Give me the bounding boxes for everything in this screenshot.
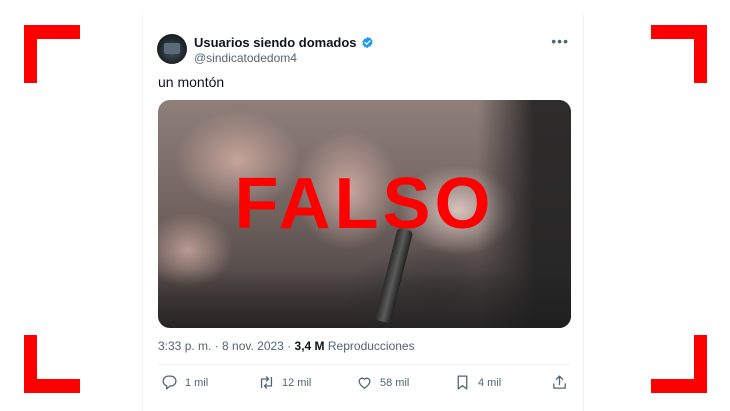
more-options-icon[interactable]: ••• [551, 33, 569, 49]
tweet-card: Usuarios siendo domados @sindicatodedom4… [142, 14, 584, 411]
falso-overlay-label: FALSO [234, 164, 495, 244]
author-handle[interactable]: @sindicatodedom4 [194, 51, 297, 65]
views-count: 3,4 M [294, 339, 325, 353]
views-label: Reproducciones [324, 339, 415, 353]
like-count: 58 mil [380, 376, 410, 389]
bookmark-button[interactable]: 4 mil [454, 374, 501, 391]
heart-icon [358, 377, 371, 389]
divider [158, 364, 570, 365]
reply-button[interactable]: 1 mil [161, 374, 208, 391]
tweet-media-video[interactable]: FALSO [158, 100, 571, 328]
tweet-text: un montón [158, 74, 225, 90]
corner-bracket-bottom-left [24, 335, 80, 393]
like-button[interactable]: 58 mil [356, 374, 409, 391]
share-icon [553, 375, 566, 389]
avatar[interactable] [157, 34, 187, 64]
verified-badge-icon [361, 36, 373, 49]
tweet-time-date[interactable]: 3:33 p. m. · 8 nov. 2023 · [158, 339, 295, 353]
retweet-count: 12 mil [282, 376, 312, 389]
reply-icon [162, 375, 177, 390]
author-display-name[interactable]: Usuarios siendo domados [194, 35, 357, 50]
bookmark-icon [457, 375, 468, 390]
share-button[interactable] [551, 374, 575, 391]
corner-bracket-top-left [24, 25, 80, 83]
corner-bracket-top-right [651, 25, 707, 83]
tweet-meta: 3:33 p. m. · 8 nov. 2023 · 3,4 M Reprodu… [158, 339, 415, 353]
bookmark-count: 4 mil [478, 376, 502, 389]
tweet-actions: 1 mil 12 mil 58 mil 4 mil [158, 372, 570, 396]
reply-count: 1 mil [185, 376, 209, 389]
corner-bracket-bottom-right [651, 335, 707, 393]
author-row: Usuarios siendo domados [194, 35, 374, 50]
retweet-button[interactable]: 12 mil [258, 374, 311, 391]
retweet-icon [260, 376, 273, 389]
